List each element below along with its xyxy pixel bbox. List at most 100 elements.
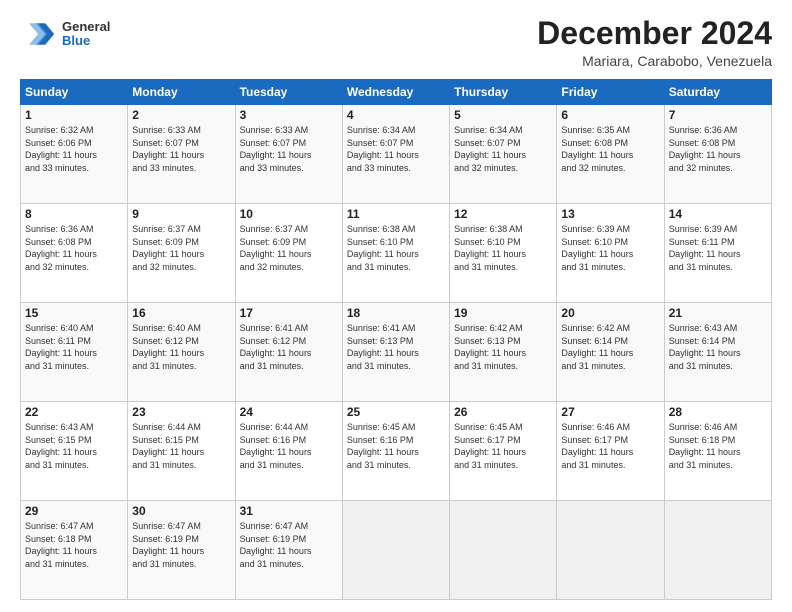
header: General Blue December 2024 Mariara, Cara… — [20, 16, 772, 69]
day-cell: 20 Sunrise: 6:42 AM Sunset: 6:14 PM Dayli… — [557, 303, 664, 402]
day-cell — [342, 501, 449, 600]
week-row-1: 1 Sunrise: 6:32 AM Sunset: 6:06 PM Daylig… — [21, 105, 772, 204]
day-number: 20 — [561, 306, 659, 320]
week-row-2: 8Sunrise: 6:36 AM Sunset: 6:08 PM Daylig… — [21, 204, 772, 303]
day-info: Sunrise: 6:41 AM Sunset: 6:13 PM Dayligh… — [347, 322, 445, 372]
day-cell — [557, 501, 664, 600]
day-cell: 25 Sunrise: 6:45 AM Sunset: 6:16 PM Dayli… — [342, 402, 449, 501]
day-info: Sunrise: 6:32 AM Sunset: 6:06 PM Dayligh… — [25, 124, 123, 174]
day-cell: 11Sunrise: 6:38 AM Sunset: 6:10 PM Dayli… — [342, 204, 449, 303]
day-cell: 8Sunrise: 6:36 AM Sunset: 6:08 PM Daylig… — [21, 204, 128, 303]
day-info: Sunrise: 6:34 AM Sunset: 6:07 PM Dayligh… — [347, 124, 445, 174]
day-number: 13 — [561, 207, 659, 221]
day-cell: 18 Sunrise: 6:41 AM Sunset: 6:13 PM Dayli… — [342, 303, 449, 402]
day-cell: 27 Sunrise: 6:46 AM Sunset: 6:17 PM Dayli… — [557, 402, 664, 501]
day-info: Sunrise: 6:44 AM Sunset: 6:16 PM Dayligh… — [240, 421, 338, 471]
day-number: 17 — [240, 306, 338, 320]
logo: General Blue — [20, 16, 110, 52]
day-number: 8 — [25, 207, 123, 221]
day-number: 1 — [25, 108, 123, 122]
day-info: Sunrise: 6:47 AM Sunset: 6:18 PM Dayligh… — [25, 520, 123, 570]
day-number: 22 — [25, 405, 123, 419]
day-info: Sunrise: 6:43 AM Sunset: 6:15 PM Dayligh… — [25, 421, 123, 471]
day-number: 30 — [132, 504, 230, 518]
logo-icon — [20, 16, 56, 52]
day-cell: 12Sunrise: 6:38 AM Sunset: 6:10 PM Dayli… — [450, 204, 557, 303]
location: Mariara, Carabobo, Venezuela — [537, 53, 772, 69]
day-number: 23 — [132, 405, 230, 419]
day-number: 29 — [25, 504, 123, 518]
day-info: Sunrise: 6:33 AM Sunset: 6:07 PM Dayligh… — [240, 124, 338, 174]
day-cell: 24 Sunrise: 6:44 AM Sunset: 6:16 PM Dayli… — [235, 402, 342, 501]
day-info: Sunrise: 6:38 AM Sunset: 6:10 PM Dayligh… — [347, 223, 445, 273]
day-number: 19 — [454, 306, 552, 320]
day-info: Sunrise: 6:39 AM Sunset: 6:10 PM Dayligh… — [561, 223, 659, 273]
day-number: 25 — [347, 405, 445, 419]
day-number: 28 — [669, 405, 767, 419]
day-number: 27 — [561, 405, 659, 419]
day-cell: 31 Sunrise: 6:47 AM Sunset: 6:19 PM Dayli… — [235, 501, 342, 600]
col-header-wednesday: Wednesday — [342, 80, 449, 105]
day-number: 31 — [240, 504, 338, 518]
day-number: 6 — [561, 108, 659, 122]
day-cell: 15Sunrise: 6:40 AM Sunset: 6:11 PM Dayli… — [21, 303, 128, 402]
week-row-4: 22 Sunrise: 6:43 AM Sunset: 6:15 PM Dayli… — [21, 402, 772, 501]
day-number: 16 — [132, 306, 230, 320]
day-cell: 1 Sunrise: 6:32 AM Sunset: 6:06 PM Daylig… — [21, 105, 128, 204]
day-cell — [450, 501, 557, 600]
day-info: Sunrise: 6:37 AM Sunset: 6:09 PM Dayligh… — [240, 223, 338, 273]
day-cell: 30Sunrise: 6:47 AM Sunset: 6:19 PM Dayli… — [128, 501, 235, 600]
day-info: Sunrise: 6:39 AM Sunset: 6:11 PM Dayligh… — [669, 223, 767, 273]
day-info: Sunrise: 6:41 AM Sunset: 6:12 PM Dayligh… — [240, 322, 338, 372]
day-info: Sunrise: 6:34 AM Sunset: 6:07 PM Dayligh… — [454, 124, 552, 174]
calendar-header: SundayMondayTuesdayWednesdayThursdayFrid… — [21, 80, 772, 105]
day-number: 15 — [25, 306, 123, 320]
day-cell: 13 Sunrise: 6:39 AM Sunset: 6:10 PM Dayli… — [557, 204, 664, 303]
day-cell: 4 Sunrise: 6:34 AM Sunset: 6:07 PM Daylig… — [342, 105, 449, 204]
day-cell: 6 Sunrise: 6:35 AM Sunset: 6:08 PM Daylig… — [557, 105, 664, 204]
day-info: Sunrise: 6:42 AM Sunset: 6:13 PM Dayligh… — [454, 322, 552, 372]
day-info: Sunrise: 6:44 AM Sunset: 6:15 PM Dayligh… — [132, 421, 230, 471]
day-cell — [664, 501, 771, 600]
day-cell: 10 Sunrise: 6:37 AM Sunset: 6:09 PM Dayli… — [235, 204, 342, 303]
title-area: December 2024 Mariara, Carabobo, Venezue… — [537, 16, 772, 69]
day-cell: 7Sunrise: 6:36 AM Sunset: 6:08 PM Daylig… — [664, 105, 771, 204]
day-number: 9 — [132, 207, 230, 221]
day-cell: 26Sunrise: 6:45 AM Sunset: 6:17 PM Dayli… — [450, 402, 557, 501]
day-info: Sunrise: 6:42 AM Sunset: 6:14 PM Dayligh… — [561, 322, 659, 372]
day-cell: 14Sunrise: 6:39 AM Sunset: 6:11 PM Dayli… — [664, 204, 771, 303]
day-cell: 3 Sunrise: 6:33 AM Sunset: 6:07 PM Daylig… — [235, 105, 342, 204]
day-info: Sunrise: 6:33 AM Sunset: 6:07 PM Dayligh… — [132, 124, 230, 174]
day-info: Sunrise: 6:46 AM Sunset: 6:17 PM Dayligh… — [561, 421, 659, 471]
day-number: 10 — [240, 207, 338, 221]
day-info: Sunrise: 6:46 AM Sunset: 6:18 PM Dayligh… — [669, 421, 767, 471]
calendar-table: SundayMondayTuesdayWednesdayThursdayFrid… — [20, 79, 772, 600]
day-info: Sunrise: 6:45 AM Sunset: 6:16 PM Dayligh… — [347, 421, 445, 471]
day-cell: 16 Sunrise: 6:40 AM Sunset: 6:12 PM Dayli… — [128, 303, 235, 402]
day-cell: 17 Sunrise: 6:41 AM Sunset: 6:12 PM Dayli… — [235, 303, 342, 402]
day-cell: 23 Sunrise: 6:44 AM Sunset: 6:15 PM Dayli… — [128, 402, 235, 501]
day-number: 7 — [669, 108, 767, 122]
day-cell: 22 Sunrise: 6:43 AM Sunset: 6:15 PM Dayli… — [21, 402, 128, 501]
col-header-saturday: Saturday — [664, 80, 771, 105]
day-number: 3 — [240, 108, 338, 122]
day-cell: 9Sunrise: 6:37 AM Sunset: 6:09 PM Daylig… — [128, 204, 235, 303]
day-number: 18 — [347, 306, 445, 320]
day-info: Sunrise: 6:45 AM Sunset: 6:17 PM Dayligh… — [454, 421, 552, 471]
col-header-tuesday: Tuesday — [235, 80, 342, 105]
col-header-monday: Monday — [128, 80, 235, 105]
day-cell: 29 Sunrise: 6:47 AM Sunset: 6:18 PM Dayli… — [21, 501, 128, 600]
day-info: Sunrise: 6:47 AM Sunset: 6:19 PM Dayligh… — [240, 520, 338, 570]
day-number: 4 — [347, 108, 445, 122]
day-cell: 5Sunrise: 6:34 AM Sunset: 6:07 PM Daylig… — [450, 105, 557, 204]
col-header-sunday: Sunday — [21, 80, 128, 105]
day-number: 24 — [240, 405, 338, 419]
logo-blue: Blue — [62, 34, 110, 48]
col-header-friday: Friday — [557, 80, 664, 105]
day-number: 12 — [454, 207, 552, 221]
header-row: SundayMondayTuesdayWednesdayThursdayFrid… — [21, 80, 772, 105]
week-row-5: 29 Sunrise: 6:47 AM Sunset: 6:18 PM Dayli… — [21, 501, 772, 600]
day-cell: 2Sunrise: 6:33 AM Sunset: 6:07 PM Daylig… — [128, 105, 235, 204]
day-info: Sunrise: 6:35 AM Sunset: 6:08 PM Dayligh… — [561, 124, 659, 174]
day-info: Sunrise: 6:40 AM Sunset: 6:12 PM Dayligh… — [132, 322, 230, 372]
